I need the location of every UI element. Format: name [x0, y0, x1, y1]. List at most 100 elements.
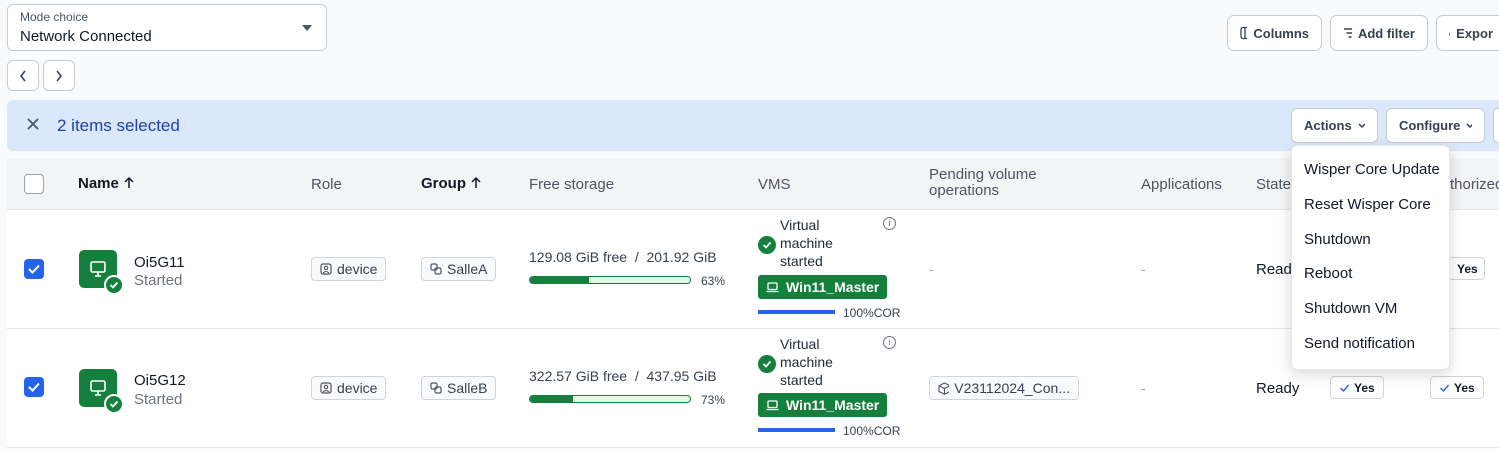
state-yes-label: Yes [1354, 380, 1375, 395]
pending-empty: - [929, 261, 934, 277]
storage-text: 322.57 GiB free / 437.95 GiB [529, 368, 717, 384]
user-badge-icon [320, 382, 332, 394]
col-role[interactable]: Role [311, 176, 342, 193]
selection-bar: 2 items selected [7, 100, 1499, 151]
col-vms[interactable]: VMS [758, 176, 791, 193]
storage-total: 201.92 GiB [646, 249, 717, 265]
user-badge-icon [320, 263, 332, 275]
vm-status-line: machine [780, 235, 833, 251]
vm-status: Virtual machine started [758, 335, 833, 389]
authorized-label: Yes [1457, 261, 1478, 276]
actions-label: Actions [1304, 118, 1352, 133]
col-free-storage[interactable]: Free storage [529, 176, 614, 193]
col-group-label: Group [421, 175, 466, 192]
cor-bar [758, 428, 835, 432]
vm-chip[interactable]: Win11_Master [758, 393, 888, 417]
menu-item-wisper-core-update[interactable]: Wisper Core Update [1304, 161, 1440, 178]
check-icon [1440, 384, 1450, 392]
menu-item-reset-wisper-core[interactable]: Reset Wisper Core [1304, 196, 1431, 213]
storage-sep: / [634, 249, 639, 265]
vm-status-line: machine [780, 354, 833, 370]
close-icon[interactable] [25, 116, 41, 132]
columns-button[interactable]: Columns [1227, 15, 1322, 51]
storage-text: 129.08 GiB free / 201.92 GiB [529, 249, 717, 265]
configure-label: Configure [1399, 118, 1461, 133]
col-group[interactable]: Group [421, 175, 482, 192]
device-icon [79, 369, 124, 414]
group-icon [430, 263, 442, 275]
chevron-down-icon [1358, 122, 1365, 128]
select-all-checkbox[interactable] [24, 174, 44, 194]
authorized-chip[interactable]: Yes [1448, 257, 1485, 280]
chevron-left-icon [19, 70, 26, 81]
storage-bar-fill [530, 277, 590, 283]
prev-button[interactable] [7, 60, 39, 91]
group-icon [430, 382, 442, 394]
storage-bar [529, 276, 691, 284]
role-label: device [337, 380, 378, 396]
export-button[interactable]: Expor [1436, 15, 1499, 51]
check-icon [28, 382, 40, 392]
info-icon[interactable]: i [883, 336, 896, 349]
vm-chip[interactable]: Win11_Master [758, 275, 888, 299]
device-status: Started [134, 391, 183, 408]
storage-bar-fill [530, 396, 574, 402]
actions-menu: Wisper Core Update Reset Wisper Core Shu… [1291, 145, 1450, 370]
row-checkbox[interactable] [24, 259, 44, 279]
cor-label: 100%COR [843, 424, 901, 438]
actions-button[interactable]: Actions [1291, 108, 1378, 143]
menu-item-reboot[interactable]: Reboot [1304, 265, 1352, 282]
storage-free: 322.57 GiB free [529, 368, 628, 384]
menu-item-shutdown-vm[interactable]: Shutdown VM [1304, 300, 1397, 317]
add-filter-label: Add filter [1357, 25, 1415, 41]
col-authorized[interactable]: thorized [1450, 176, 1499, 193]
info-icon[interactable]: i [883, 217, 896, 230]
mode-select-label: Mode choice [20, 10, 89, 24]
state-label: Read [1256, 261, 1292, 278]
check-icon [28, 264, 40, 274]
group-chip: SalleB [421, 376, 497, 400]
state-label: Ready [1256, 380, 1300, 397]
cor-label: 100%COR [843, 306, 901, 320]
more-bar-button[interactable] [1493, 108, 1499, 143]
mode-select-value: Network Connected [20, 28, 152, 45]
chevron-down-icon [1466, 122, 1472, 128]
configure-button[interactable]: Configure [1386, 108, 1485, 143]
selection-count: 2 items selected [57, 116, 180, 135]
col-pending[interactable]: Pending volume operations [929, 167, 1079, 199]
export-label: Expor [1456, 25, 1493, 41]
menu-item-send-notification[interactable]: Send notification [1304, 335, 1415, 352]
menu-item-shutdown[interactable]: Shutdown [1304, 231, 1371, 248]
status-ok-icon [104, 275, 124, 295]
state-yes-chip[interactable]: Yes [1330, 376, 1384, 399]
vm-status-line: started [780, 372, 823, 388]
vm-status-line: started [780, 253, 823, 269]
role-chip: device [311, 376, 387, 400]
laptop-icon [766, 399, 779, 410]
cube-icon [938, 381, 950, 395]
group-label: SalleB [447, 380, 488, 396]
table-row[interactable]: Oi5G11 Started device SalleA 129.08 GiB … [7, 210, 1499, 329]
mode-select[interactable]: Mode choice Network Connected [7, 4, 327, 51]
vm-status-line: Virtual [780, 336, 820, 352]
table-row[interactable]: Oi5G12 Started device SalleB 322.57 GiB … [7, 329, 1499, 448]
vm-name: Win11_Master [786, 397, 880, 413]
device-name[interactable]: Oi5G12 [134, 372, 186, 389]
authorized-chip[interactable]: Yes [1430, 376, 1484, 399]
col-state[interactable]: State [1256, 176, 1291, 193]
check-circle-icon [758, 355, 776, 373]
next-button[interactable] [43, 60, 75, 91]
device-name[interactable]: Oi5G11 [134, 254, 185, 271]
device-icon [79, 250, 124, 295]
arrow-up-icon [471, 176, 481, 188]
row-checkbox[interactable] [24, 377, 44, 397]
pending-op-chip[interactable]: V23112024_Con... [929, 376, 1079, 400]
storage-sep: / [634, 368, 639, 384]
storage-percent: 73% [701, 393, 726, 407]
col-applications[interactable]: Applications [1141, 176, 1222, 193]
col-name[interactable]: Name [78, 175, 135, 192]
applications-empty: - [1141, 380, 1146, 396]
storage-free: 129.08 GiB free [529, 249, 628, 265]
device-status: Started [134, 272, 183, 289]
add-filter-button[interactable]: Add filter [1330, 15, 1428, 51]
